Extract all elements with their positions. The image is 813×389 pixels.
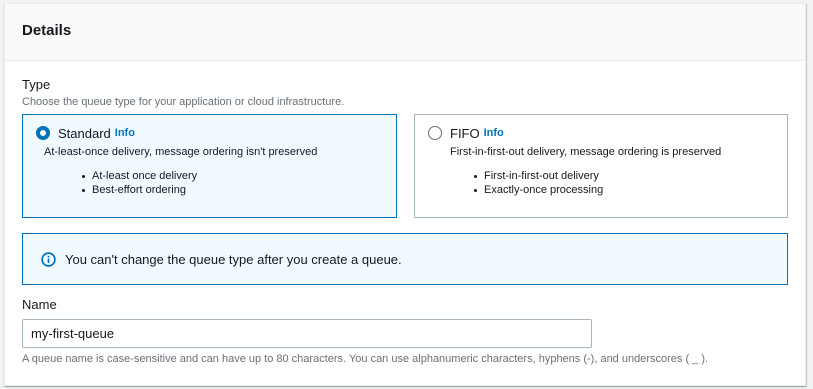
list-item: Best-effort ordering: [82, 183, 396, 197]
list-item: First-in-first-out delivery: [474, 169, 787, 183]
queue-type-standard-tile[interactable]: Standard Info At-least-once delivery, me…: [22, 114, 397, 218]
fifo-feature-list: First-in-first-out delivery Exactly-once…: [474, 169, 787, 197]
alert-text: You can't change the queue type after yo…: [65, 251, 402, 267]
standard-description: At-least-once delivery, message ordering…: [44, 146, 318, 158]
name-constraint-text: A queue name is case-sensitive and can h…: [22, 353, 709, 365]
name-label: Name: [22, 297, 57, 312]
standard-radio[interactable]: [36, 126, 50, 140]
panel-title: Details: [22, 22, 72, 39]
type-label-text: Type: [22, 77, 51, 92]
queue-type-fifo-tile[interactable]: FIFO Info First-in-first-out delivery, m…: [414, 114, 788, 218]
fifo-title: FIFO: [450, 125, 480, 141]
type-description: Choose the queue type for your applicati…: [22, 96, 344, 108]
details-panel: Details Type Choose the queue type for y…: [4, 3, 806, 386]
fifo-description: First-in-first-out delivery, message ord…: [450, 146, 722, 158]
type-description-text: Choose the queue type for your applicati…: [22, 96, 345, 108]
list-item: At-least once delivery: [82, 169, 396, 183]
info-icon: [41, 251, 56, 267]
info-alert: You can't change the queue type after yo…: [22, 233, 788, 285]
standard-info-link[interactable]: Info: [115, 127, 135, 139]
standard-title: Standard: [58, 125, 111, 141]
fifo-info-link[interactable]: Info: [484, 127, 504, 139]
standard-tile-head: Standard Info: [36, 124, 396, 142]
list-item: Exactly-once processing: [474, 183, 787, 197]
standard-feature-list: At-least once delivery Best-effort order…: [82, 169, 396, 197]
fifo-radio[interactable]: [428, 126, 442, 140]
fifo-tile-head: FIFO Info: [428, 124, 787, 142]
type-label: Type: [22, 77, 50, 92]
queue-name-input[interactable]: [22, 319, 592, 348]
name-label-text: Name: [22, 297, 57, 312]
panel-header: Details: [5, 4, 805, 61]
name-constraint: A queue name is case-sensitive and can h…: [22, 353, 708, 365]
